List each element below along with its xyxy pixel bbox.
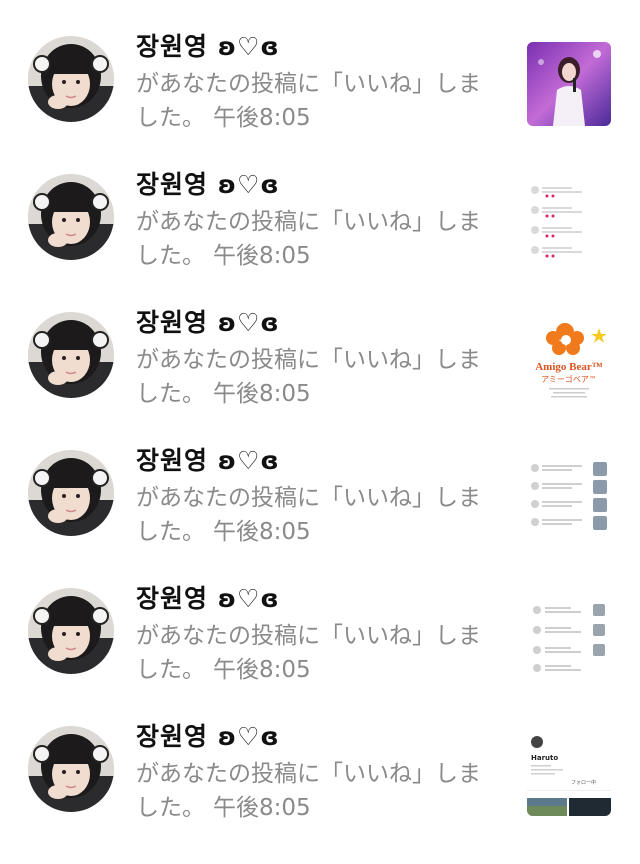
notification-text: 장원영 ʚ♡ɞ があなたの投稿に「いいね」しました。 午後8:05: [136, 168, 496, 273]
post-thumbnail[interactable]: [527, 594, 611, 678]
username[interactable]: 장원영 ʚ♡ɞ: [136, 306, 496, 340]
notification-text: 장원영 ʚ♡ɞ があなたの投稿に「いいね」しました。 午後8:05: [136, 720, 496, 825]
thumbnail-follow-text: フォロー中: [571, 779, 596, 786]
notification-text: 장원영 ʚ♡ɞ があなたの投稿に「いいね」しました。 午後8:05: [136, 582, 496, 687]
notification-message: があなたの投稿に「いいね」しました。 午後8:05: [136, 481, 496, 549]
notification-item[interactable]: 장원영 ʚ♡ɞ があなたの投稿に「いいね」しました。 午後8:05: [0, 32, 640, 174]
post-thumbnail[interactable]: [527, 456, 611, 540]
user-avatar[interactable]: [28, 36, 114, 122]
post-thumbnail[interactable]: Amigo Bear™ アミーゴベア™: [527, 318, 611, 402]
user-avatar[interactable]: [28, 312, 114, 398]
timestamp: 午後8:05: [213, 381, 311, 407]
username[interactable]: 장원영 ʚ♡ɞ: [136, 168, 496, 202]
user-avatar[interactable]: [28, 588, 114, 674]
timestamp: 午後8:05: [213, 105, 311, 131]
notification-message: があなたの投稿に「いいね」しました。 午後8:05: [136, 205, 496, 273]
notification-message: があなたの投稿に「いいね」しました。 午後8:05: [136, 619, 496, 687]
username[interactable]: 장원영 ʚ♡ɞ: [136, 444, 496, 478]
user-avatar[interactable]: [28, 450, 114, 536]
thumbnail-brand-text-jp: アミーゴベア™: [541, 374, 597, 384]
notification-item[interactable]: 장원영 ʚ♡ɞ があなたの投稿に「いいね」しました。 午後8:05 Amigo B…: [0, 308, 640, 450]
timestamp: 午後8:05: [213, 657, 311, 683]
timestamp: 午後8:05: [213, 795, 311, 821]
user-avatar[interactable]: [28, 726, 114, 812]
username[interactable]: 장원영 ʚ♡ɞ: [136, 582, 496, 616]
thumbnail-profile-name: Haruto: [531, 754, 558, 762]
notification-text: 장원영 ʚ♡ɞ があなたの投稿に「いいね」しました。 午後8:05: [136, 444, 496, 549]
timestamp: 午後8:05: [213, 243, 311, 269]
notification-text: 장원영 ʚ♡ɞ があなたの投稿に「いいね」しました。 午後8:05: [136, 30, 496, 135]
notification-message: があなたの投稿に「いいね」しました。 午後8:05: [136, 67, 496, 135]
user-avatar[interactable]: [28, 174, 114, 260]
notification-item[interactable]: 장원영 ʚ♡ɞ があなたの投稿に「いいね」しました。 午後8:05: [0, 170, 640, 312]
notification-item[interactable]: 장원영 ʚ♡ɞ があなたの投稿に「いいね」しました。 午後8:05 Haruto …: [0, 722, 640, 864]
timestamp: 午後8:05: [213, 519, 311, 545]
username[interactable]: 장원영 ʚ♡ɞ: [136, 30, 496, 64]
notification-message: があなたの投稿に「いいね」しました。 午後8:05: [136, 757, 496, 825]
notification-message: があなたの投稿に「いいね」しました。 午後8:05: [136, 343, 496, 411]
username[interactable]: 장원영 ʚ♡ɞ: [136, 720, 496, 754]
post-thumbnail[interactable]: [527, 180, 611, 264]
notification-item[interactable]: 장원영 ʚ♡ɞ があなたの投稿に「いいね」しました。 午後8:05: [0, 584, 640, 726]
thumbnail-brand-text: Amigo Bear™: [535, 361, 603, 373]
post-thumbnail[interactable]: Haruto フォロー中: [527, 732, 611, 816]
notification-text: 장원영 ʚ♡ɞ があなたの投稿に「いいね」しました。 午後8:05: [136, 306, 496, 411]
notification-item[interactable]: 장원영 ʚ♡ɞ があなたの投稿に「いいね」しました。 午後8:05: [0, 446, 640, 588]
post-thumbnail[interactable]: [527, 42, 611, 126]
